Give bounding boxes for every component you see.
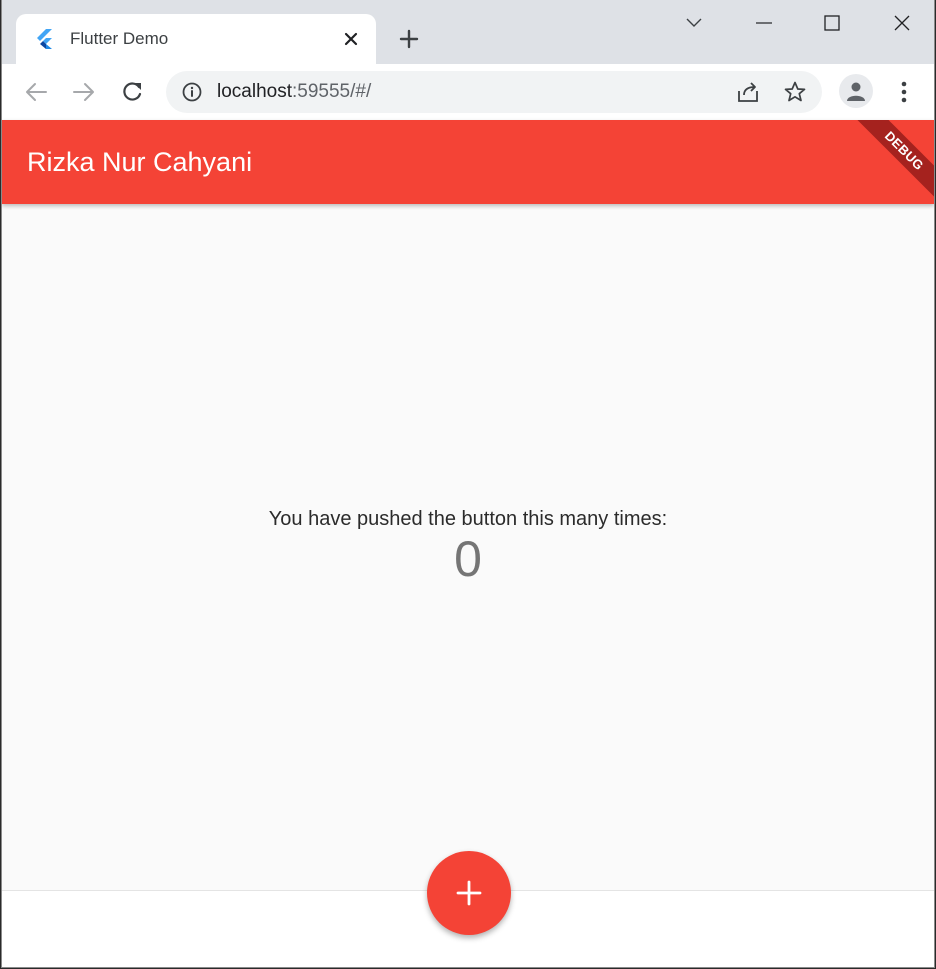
- tab-strip: Flutter Demo: [2, 0, 934, 64]
- reload-icon[interactable]: [114, 74, 150, 110]
- browser-toolbar: localhost:59555/#/: [2, 64, 934, 120]
- tab-title: Flutter Demo: [70, 29, 169, 48]
- profile-avatar-icon[interactable]: [839, 74, 873, 108]
- site-info-icon[interactable]: [182, 82, 202, 102]
- close-window-icon[interactable]: [882, 8, 922, 38]
- counter-value: 0: [454, 531, 482, 587]
- tab-search-chevron-icon[interactable]: [674, 8, 714, 38]
- bookmark-star-icon[interactable]: [784, 81, 806, 103]
- url-host: localhost: [217, 81, 292, 102]
- maximize-icon[interactable]: [812, 8, 852, 38]
- back-arrow-icon[interactable]: [18, 74, 54, 110]
- new-tab-plus-icon[interactable]: [394, 24, 424, 54]
- forward-arrow-icon[interactable]: [66, 74, 102, 110]
- share-icon[interactable]: [736, 81, 760, 103]
- counter-description: You have pushed the button this many tim…: [268, 508, 668, 530]
- browser-window: Flutter Demo localhost:59555/#/ Rizka Nu…: [1, 0, 935, 968]
- minimize-icon[interactable]: [744, 8, 784, 38]
- debug-label: DEBUG: [853, 120, 934, 202]
- plus-icon: [456, 880, 482, 906]
- app-bar: Rizka Nur Cahyani: [2, 120, 934, 204]
- flutter-app: Rizka Nur Cahyani DEBUG You have pushed …: [2, 120, 934, 967]
- debug-banner: DEBUG: [844, 120, 934, 210]
- more-menu-icon[interactable]: [886, 74, 922, 110]
- address-bar[interactable]: localhost:59555/#/: [166, 71, 822, 113]
- increment-button[interactable]: [427, 851, 511, 935]
- app-bar-title: Rizka Nur Cahyani: [27, 147, 253, 177]
- url-path: :59555/#/: [292, 81, 372, 102]
- flutter-logo-icon: [37, 29, 52, 49]
- tab-flutter-demo[interactable]: Flutter Demo: [16, 14, 376, 64]
- tab-close-icon[interactable]: [340, 28, 362, 50]
- url-text: localhost:59555/#/: [217, 81, 371, 103]
